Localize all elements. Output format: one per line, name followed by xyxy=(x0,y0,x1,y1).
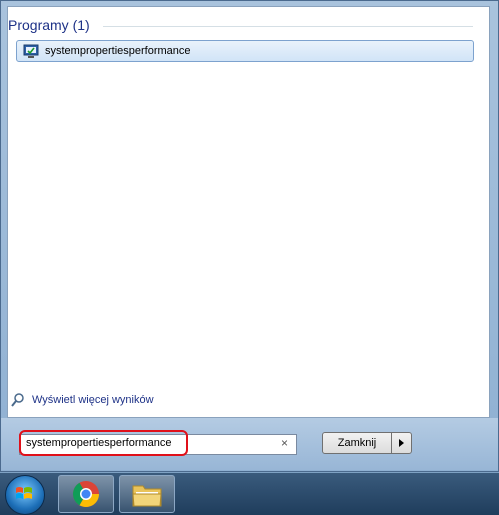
chrome-icon xyxy=(72,481,100,508)
see-more-results-label: Wyświetl więcej wyników xyxy=(32,394,154,406)
taskbar-item-windows-explorer[interactable] xyxy=(119,475,175,513)
folder-icon xyxy=(132,485,162,507)
see-more-results-link[interactable]: Wyświetl więcej wyników xyxy=(10,392,154,408)
shutdown-button[interactable]: Zamknij xyxy=(322,432,392,454)
search-text-highlight-annotation xyxy=(19,430,188,456)
triangle-right-icon xyxy=(399,439,404,447)
windows-logo-icon xyxy=(15,485,33,503)
result-item-systempropertiesperformance[interactable]: systempropertiesperformance xyxy=(16,40,474,62)
results-group-header: Programy (1) xyxy=(8,17,90,33)
clear-search-icon[interactable]: × xyxy=(281,436,288,450)
taskbar-item-chrome[interactable] xyxy=(58,475,114,513)
search-results-pane xyxy=(7,6,490,418)
shutdown-options-button[interactable] xyxy=(391,432,412,454)
result-item-label: systempropertiesperformance xyxy=(45,45,191,57)
search-icon xyxy=(10,392,26,408)
system-properties-icon xyxy=(23,43,39,59)
group-header-divider xyxy=(103,26,473,27)
